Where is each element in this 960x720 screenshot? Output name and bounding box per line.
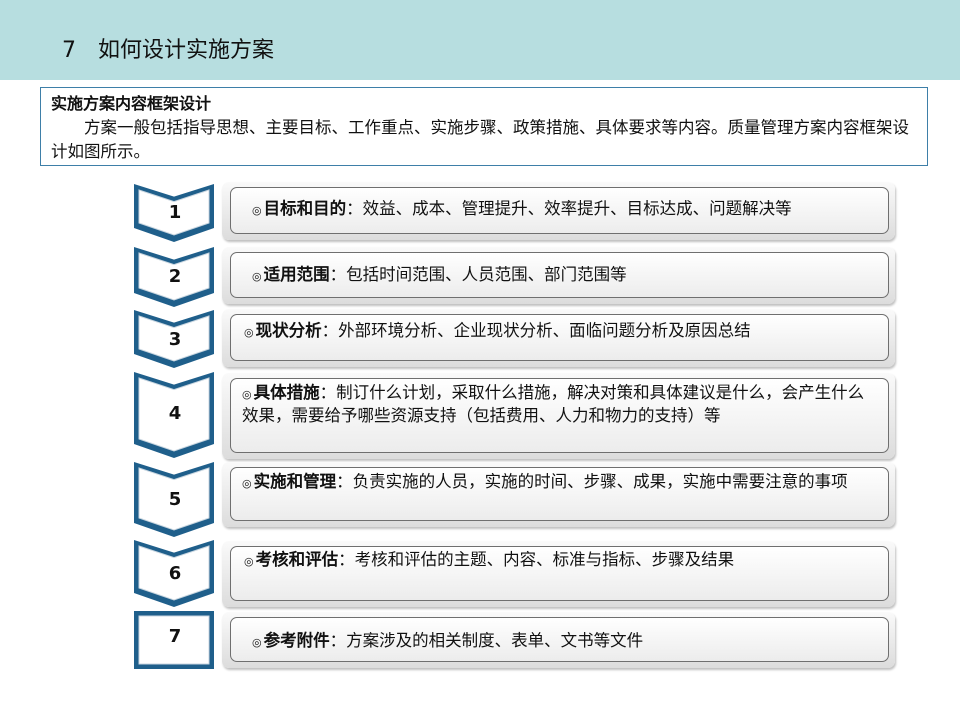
step-keyword: 适用范围 xyxy=(263,265,330,284)
step-content-box: ◎ 具体措施：制订什么计划，采取什么措施，解决对策和具体建议是什么，会产生什么效果… xyxy=(222,373,895,459)
step-number: 2 xyxy=(168,266,182,287)
bullet-icon: ◎ xyxy=(252,204,262,217)
step-keyword: 考核和评估 xyxy=(255,550,339,569)
step-separator: ： xyxy=(346,199,363,218)
step-description: ◎ 现状分析：外部环境分析、企业现状分析、面临问题分析及原因总结 xyxy=(244,320,870,343)
step-description: ◎ 适用范围：包括时间范围、人员范围、部门范围等 xyxy=(252,264,878,287)
step-description: ◎ 实施和管理：负责实施的人员，实施的时间、步骤、成果，实施中需要注意的事项 xyxy=(242,471,868,494)
step-separator: ： xyxy=(319,383,337,402)
step-number: 4 xyxy=(168,403,182,424)
step-description: ◎ 参考附件：方案涉及的相关制度、表单、文书等文件 xyxy=(252,630,878,653)
step-content-box: ◎ 目标和目的：效益、成本、管理提升、效率提升、目标达成、问题解决等 xyxy=(222,182,895,240)
step-desc: 考核和评估的主题、内容、标准与指标、步骤及结果 xyxy=(354,550,735,569)
step-desc: 包括时间范围、人员范围、部门范围等 xyxy=(346,265,627,284)
bullet-icon: ◎ xyxy=(242,388,252,401)
step-desc: 方案涉及的相关制度、表单、文书等文件 xyxy=(346,631,644,650)
step-desc: 外部环境分析、企业现状分析、面临问题分析及原因总结 xyxy=(338,321,751,340)
step-content-box: ◎ 参考附件：方案涉及的相关制度、表单、文书等文件 xyxy=(222,612,895,668)
step-number: 7 xyxy=(168,626,182,647)
bullet-icon: ◎ xyxy=(242,477,252,490)
step-separator: ： xyxy=(329,265,347,284)
step-description: ◎ 具体措施：制订什么计划，采取什么措施，解决对策和具体建议是什么，会产生什么效果… xyxy=(242,382,868,426)
step-content-box: ◎ 考核和评估：考核和评估的主题、内容、标准与指标、步骤及结果 xyxy=(222,541,895,607)
step-desc: 效益、成本、管理提升、效率提升、目标达成、问题解决等 xyxy=(362,199,792,218)
step-keyword: 具体措施 xyxy=(253,383,320,402)
step-desc: 负责实施的人员，实施的时间、步骤、成果，实施中需要注意的事项 xyxy=(352,472,848,491)
bullet-icon: ◎ xyxy=(244,555,254,568)
bullet-icon: ◎ xyxy=(252,636,262,649)
step-number: 6 xyxy=(168,563,182,584)
intro-box: 实施方案内容框架设计 方案一般包括指导思想、主要目标、工作重点、实施步骤、政策措… xyxy=(40,87,928,166)
step-number: 5 xyxy=(168,489,182,510)
step-content-box: ◎ 实施和管理：负责实施的人员，实施的时间、步骤、成果，实施中需要注意的事项 xyxy=(222,462,895,527)
bullet-icon: ◎ xyxy=(244,326,254,339)
step-keyword: 现状分析 xyxy=(255,321,322,340)
step-content-box: ◎ 适用范围：包括时间范围、人员范围、部门范围等 xyxy=(222,247,895,304)
step-number: 1 xyxy=(168,202,182,223)
step-desc: 制订什么计划，采取什么措施，解决对策和具体建议是什么，会产生什么效果，需要给予哪… xyxy=(242,383,865,425)
intro-body: 方案一般包括指导思想、主要目标、工作重点、实施步骤、政策措施、具体要求等内容。质… xyxy=(51,118,909,161)
step-description: ◎ 目标和目的：效益、成本、管理提升、效率提升、目标达成、问题解决等 xyxy=(252,198,878,221)
intro-title: 实施方案内容框架设计 xyxy=(51,94,212,113)
page-title: 7 如何设计实施方案 xyxy=(62,38,274,63)
header-bar: 7 如何设计实施方案 xyxy=(0,0,960,80)
bullet-icon: ◎ xyxy=(252,270,262,283)
step-separator: ： xyxy=(321,321,339,340)
step-separator: ： xyxy=(336,472,353,491)
step-description: ◎ 考核和评估：考核和评估的主题、内容、标准与指标、步骤及结果 xyxy=(244,549,870,572)
step-keyword: 实施和管理 xyxy=(253,472,337,491)
step-separator: ： xyxy=(338,550,355,569)
step-separator: ： xyxy=(329,631,347,650)
step-content-box: ◎ 现状分析：外部环境分析、企业现状分析、面临问题分析及原因总结 xyxy=(222,309,895,367)
step-keyword: 参考附件 xyxy=(263,631,330,650)
step-number: 3 xyxy=(168,329,182,350)
step-keyword: 目标和目的 xyxy=(263,199,347,218)
